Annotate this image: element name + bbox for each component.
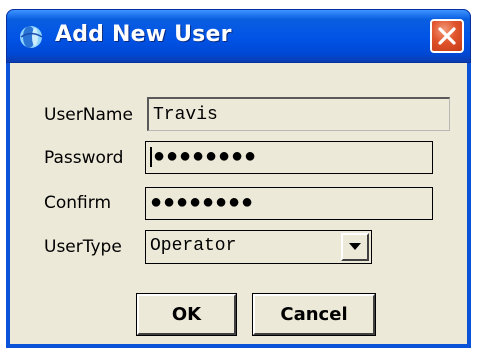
password-field[interactable]: ●●●●●●●● bbox=[145, 141, 433, 174]
usertype-value: Operator bbox=[150, 236, 237, 256]
app-globe-icon bbox=[17, 24, 49, 50]
add-new-user-dialog: Add New User bbox=[6, 9, 471, 348]
text-caret bbox=[150, 147, 152, 168]
confirm-label: Confirm bbox=[44, 193, 112, 213]
username-value: Travis bbox=[153, 105, 218, 125]
usertype-label: UserType bbox=[44, 237, 122, 257]
window-title: Add New User bbox=[55, 22, 232, 47]
close-icon bbox=[438, 27, 456, 45]
chevron-down-icon bbox=[349, 243, 361, 250]
usertype-select[interactable]: Operator bbox=[145, 230, 372, 264]
username-label: UserName bbox=[44, 105, 133, 125]
title-bar[interactable]: Add New User bbox=[6, 9, 471, 63]
cancel-button[interactable]: Cancel bbox=[252, 293, 376, 336]
ok-button[interactable]: OK bbox=[136, 293, 237, 336]
username-field[interactable]: Travis bbox=[147, 97, 450, 131]
confirm-value: ●●●●●●●● bbox=[150, 192, 255, 215]
close-button[interactable] bbox=[430, 19, 464, 53]
confirm-password-field[interactable]: ●●●●●●●● bbox=[145, 187, 433, 220]
password-label: Password bbox=[44, 148, 124, 168]
usertype-dropdown-button[interactable] bbox=[341, 233, 369, 261]
password-value: ●●●●●●●● bbox=[153, 146, 258, 169]
